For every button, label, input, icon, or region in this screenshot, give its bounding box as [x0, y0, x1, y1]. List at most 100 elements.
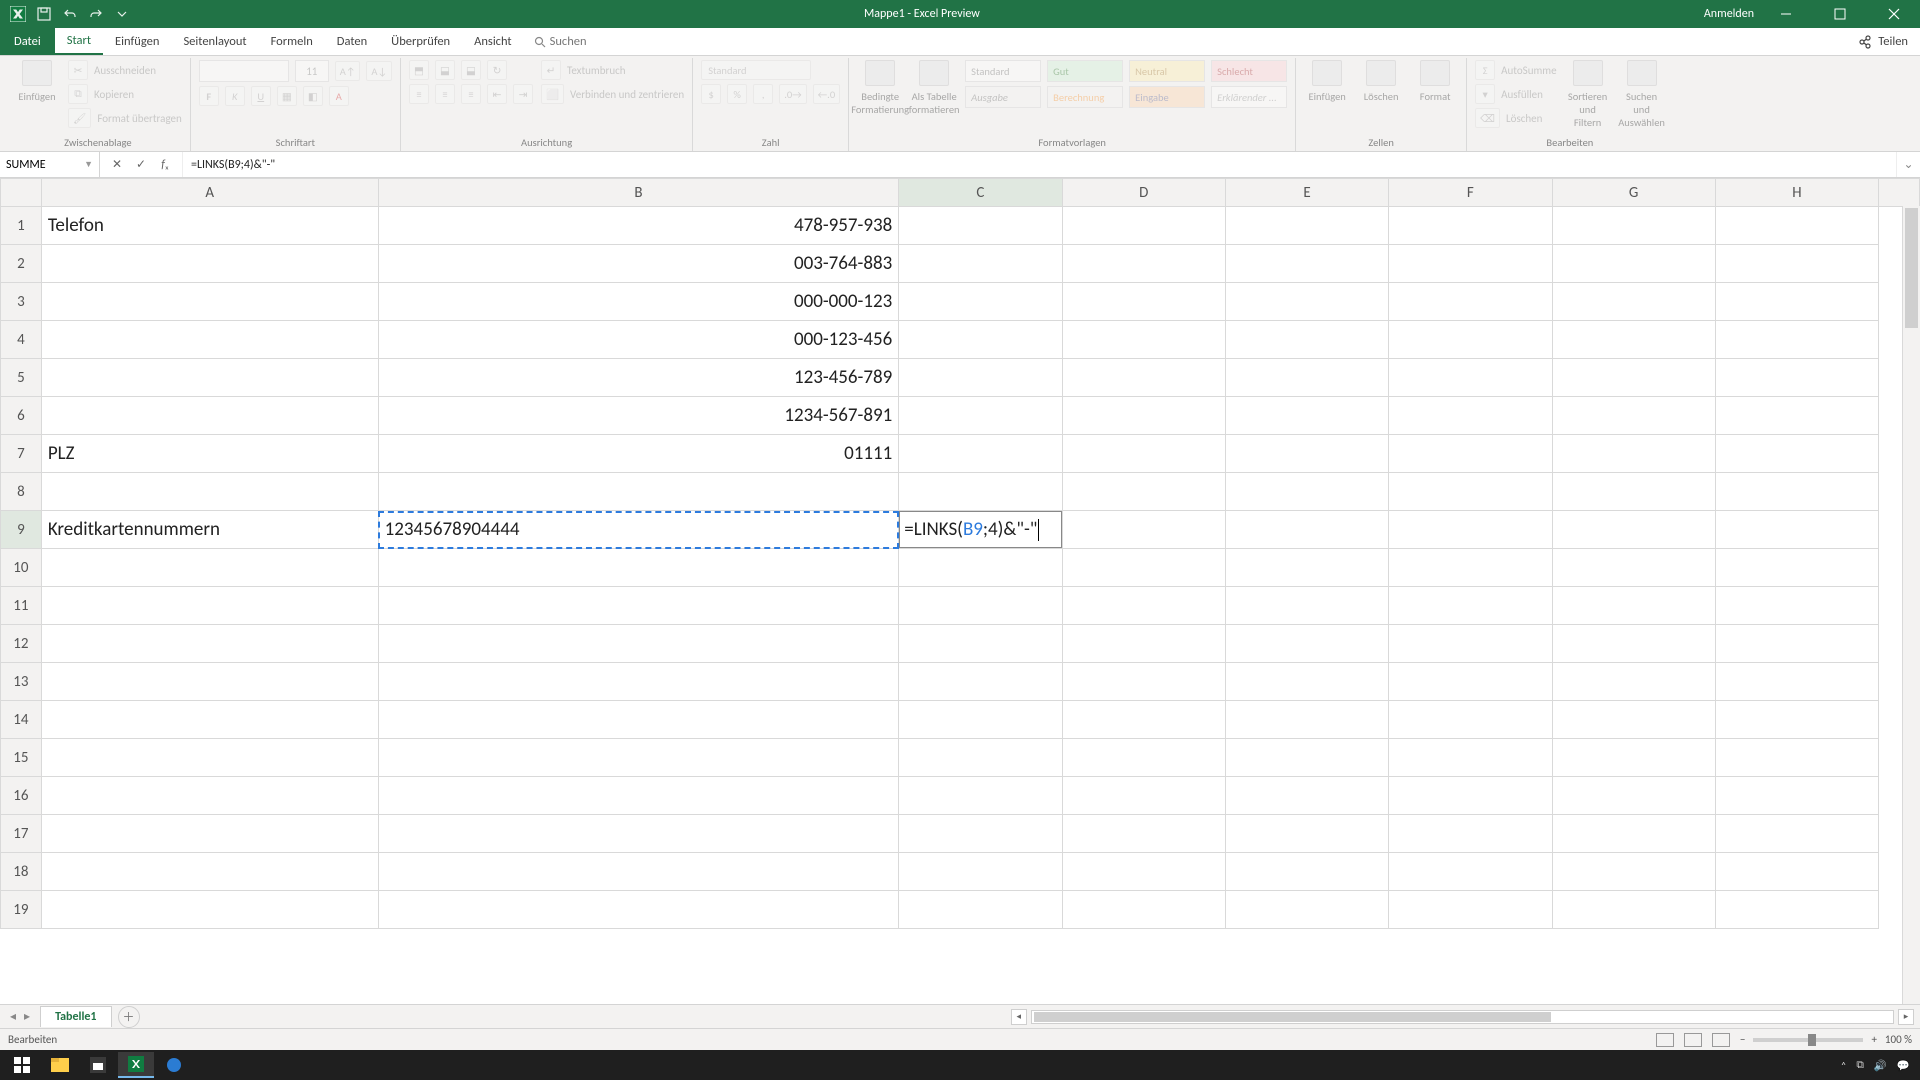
cell-B8[interactable]	[378, 473, 899, 511]
cell-E14[interactable]	[1225, 701, 1388, 739]
cell-A9[interactable]: Kreditkartennummern	[41, 511, 378, 549]
cell-G19[interactable]	[1552, 891, 1715, 929]
grow-font-icon[interactable]: A↑	[335, 61, 361, 81]
maximize-button[interactable]	[1818, 0, 1862, 28]
col-header-E[interactable]: E	[1225, 179, 1388, 207]
qat-customize-icon[interactable]	[112, 4, 132, 24]
tab-einfuegen[interactable]: Einfügen	[103, 28, 171, 55]
cell-D8[interactable]	[1062, 473, 1225, 511]
cell-C5[interactable]	[899, 359, 1062, 397]
cell-B16[interactable]	[378, 777, 899, 815]
zoom-in-icon[interactable]: +	[1871, 1033, 1876, 1046]
insert-function-icon[interactable]: fₓ	[156, 158, 174, 172]
cell-H14[interactable]	[1715, 701, 1878, 739]
align-bottom-icon[interactable]: ⬓	[461, 60, 481, 80]
cell-A3[interactable]	[41, 283, 378, 321]
fill-button[interactable]: ▾Ausfüllen	[1475, 84, 1556, 104]
fill-color-button[interactable]: ◧	[303, 86, 323, 106]
cell-B14[interactable]	[378, 701, 899, 739]
indent-dec-icon[interactable]: ⇤	[487, 84, 507, 104]
cell-H4[interactable]	[1715, 321, 1878, 359]
style-ausgabe[interactable]: Ausgabe	[965, 86, 1041, 108]
cell-D7[interactable]	[1062, 435, 1225, 473]
format-painter-button[interactable]: 🖌Format übertragen	[68, 108, 182, 128]
style-eingabe[interactable]: Eingabe	[1129, 86, 1205, 108]
cell-B1[interactable]: 478-957-938	[378, 207, 899, 245]
align-right-icon[interactable]: ≡	[461, 84, 481, 104]
cell-B3[interactable]: 000-000-123	[378, 283, 899, 321]
cell-C2[interactable]	[899, 245, 1062, 283]
cell-D16[interactable]	[1062, 777, 1225, 815]
cell-G16[interactable]	[1552, 777, 1715, 815]
new-sheet-button[interactable]: ＋	[118, 1006, 140, 1028]
zoom-out-icon[interactable]: −	[1740, 1033, 1745, 1046]
align-middle-icon[interactable]: ⬓	[435, 60, 455, 80]
cell-A19[interactable]	[41, 891, 378, 929]
cell-A5[interactable]	[41, 359, 378, 397]
clear-button[interactable]: ⌫Löschen	[1475, 108, 1556, 128]
cell-D13[interactable]	[1062, 663, 1225, 701]
cell-G6[interactable]	[1552, 397, 1715, 435]
style-standard[interactable]: Standard	[965, 60, 1041, 82]
cell-D10[interactable]	[1062, 549, 1225, 587]
cell-G1[interactable]	[1552, 207, 1715, 245]
cell-E16[interactable]	[1225, 777, 1388, 815]
align-center-icon[interactable]: ≡	[435, 84, 455, 104]
name-box[interactable]: SUMME ▼	[0, 152, 100, 177]
sheet-nav-first-icon[interactable]: ◂	[10, 1009, 16, 1024]
cut-button[interactable]: ✂Ausschneiden	[68, 60, 182, 80]
cell-B15[interactable]	[378, 739, 899, 777]
minimize-button[interactable]	[1764, 0, 1808, 28]
cell-D14[interactable]	[1062, 701, 1225, 739]
cell-B6[interactable]: 1234-567-891	[378, 397, 899, 435]
tab-ansicht[interactable]: Ansicht	[462, 28, 523, 55]
col-header-G[interactable]: G	[1552, 179, 1715, 207]
cell-D18[interactable]	[1062, 853, 1225, 891]
cell-E7[interactable]	[1225, 435, 1388, 473]
view-page-layout-icon[interactable]	[1684, 1033, 1702, 1047]
paste-button[interactable]: Einfügen	[14, 60, 60, 103]
cell-D15[interactable]	[1062, 739, 1225, 777]
underline-button[interactable]: U	[251, 86, 271, 106]
cell-H12[interactable]	[1715, 625, 1878, 663]
taskbar-store-icon[interactable]	[80, 1052, 116, 1078]
style-gut[interactable]: Gut	[1047, 60, 1123, 82]
cell-H10[interactable]	[1715, 549, 1878, 587]
wrap-text-button[interactable]: ↵Textumbruch	[541, 60, 684, 80]
format-as-table-button[interactable]: Als Tabelle formatieren	[911, 60, 957, 116]
sheet-nav-last-icon[interactable]: ▸	[24, 1009, 30, 1024]
col-header-F[interactable]: F	[1389, 179, 1552, 207]
cell-H3[interactable]	[1715, 283, 1878, 321]
cell-D2[interactable]	[1062, 245, 1225, 283]
expand-formula-bar-icon[interactable]: ⌄	[1896, 152, 1920, 177]
cell-G11[interactable]	[1552, 587, 1715, 625]
style-neutral[interactable]: Neutral	[1129, 60, 1205, 82]
chevron-down-icon[interactable]: ▼	[84, 159, 93, 170]
cell-G7[interactable]	[1552, 435, 1715, 473]
cell-G4[interactable]	[1552, 321, 1715, 359]
cell-G17[interactable]	[1552, 815, 1715, 853]
cell-F9[interactable]	[1389, 511, 1552, 549]
cell-G14[interactable]	[1552, 701, 1715, 739]
cell-H19[interactable]	[1715, 891, 1878, 929]
cell-D5[interactable]	[1062, 359, 1225, 397]
row-header-18[interactable]: 18	[1, 853, 42, 891]
cell-F17[interactable]	[1389, 815, 1552, 853]
cell-H13[interactable]	[1715, 663, 1878, 701]
cell-A7[interactable]: PLZ	[41, 435, 378, 473]
cell-H18[interactable]	[1715, 853, 1878, 891]
enter-formula-icon[interactable]: ✓	[132, 157, 150, 172]
cell-F8[interactable]	[1389, 473, 1552, 511]
cond-format-button[interactable]: Bedingte Formatierung	[857, 60, 903, 116]
indent-inc-icon[interactable]: ⇥	[513, 84, 533, 104]
row-header-17[interactable]: 17	[1, 815, 42, 853]
row-header-14[interactable]: 14	[1, 701, 42, 739]
dec-decimal-icon[interactable]: ←.0	[813, 84, 840, 104]
cell-G15[interactable]	[1552, 739, 1715, 777]
comma-icon[interactable]: ,	[753, 84, 773, 104]
cell-H8[interactable]	[1715, 473, 1878, 511]
cell-B4[interactable]: 000-123-456	[378, 321, 899, 359]
cell-A14[interactable]	[41, 701, 378, 739]
tab-ueberpruefen[interactable]: Überprüfen	[379, 28, 462, 55]
row-header-11[interactable]: 11	[1, 587, 42, 625]
